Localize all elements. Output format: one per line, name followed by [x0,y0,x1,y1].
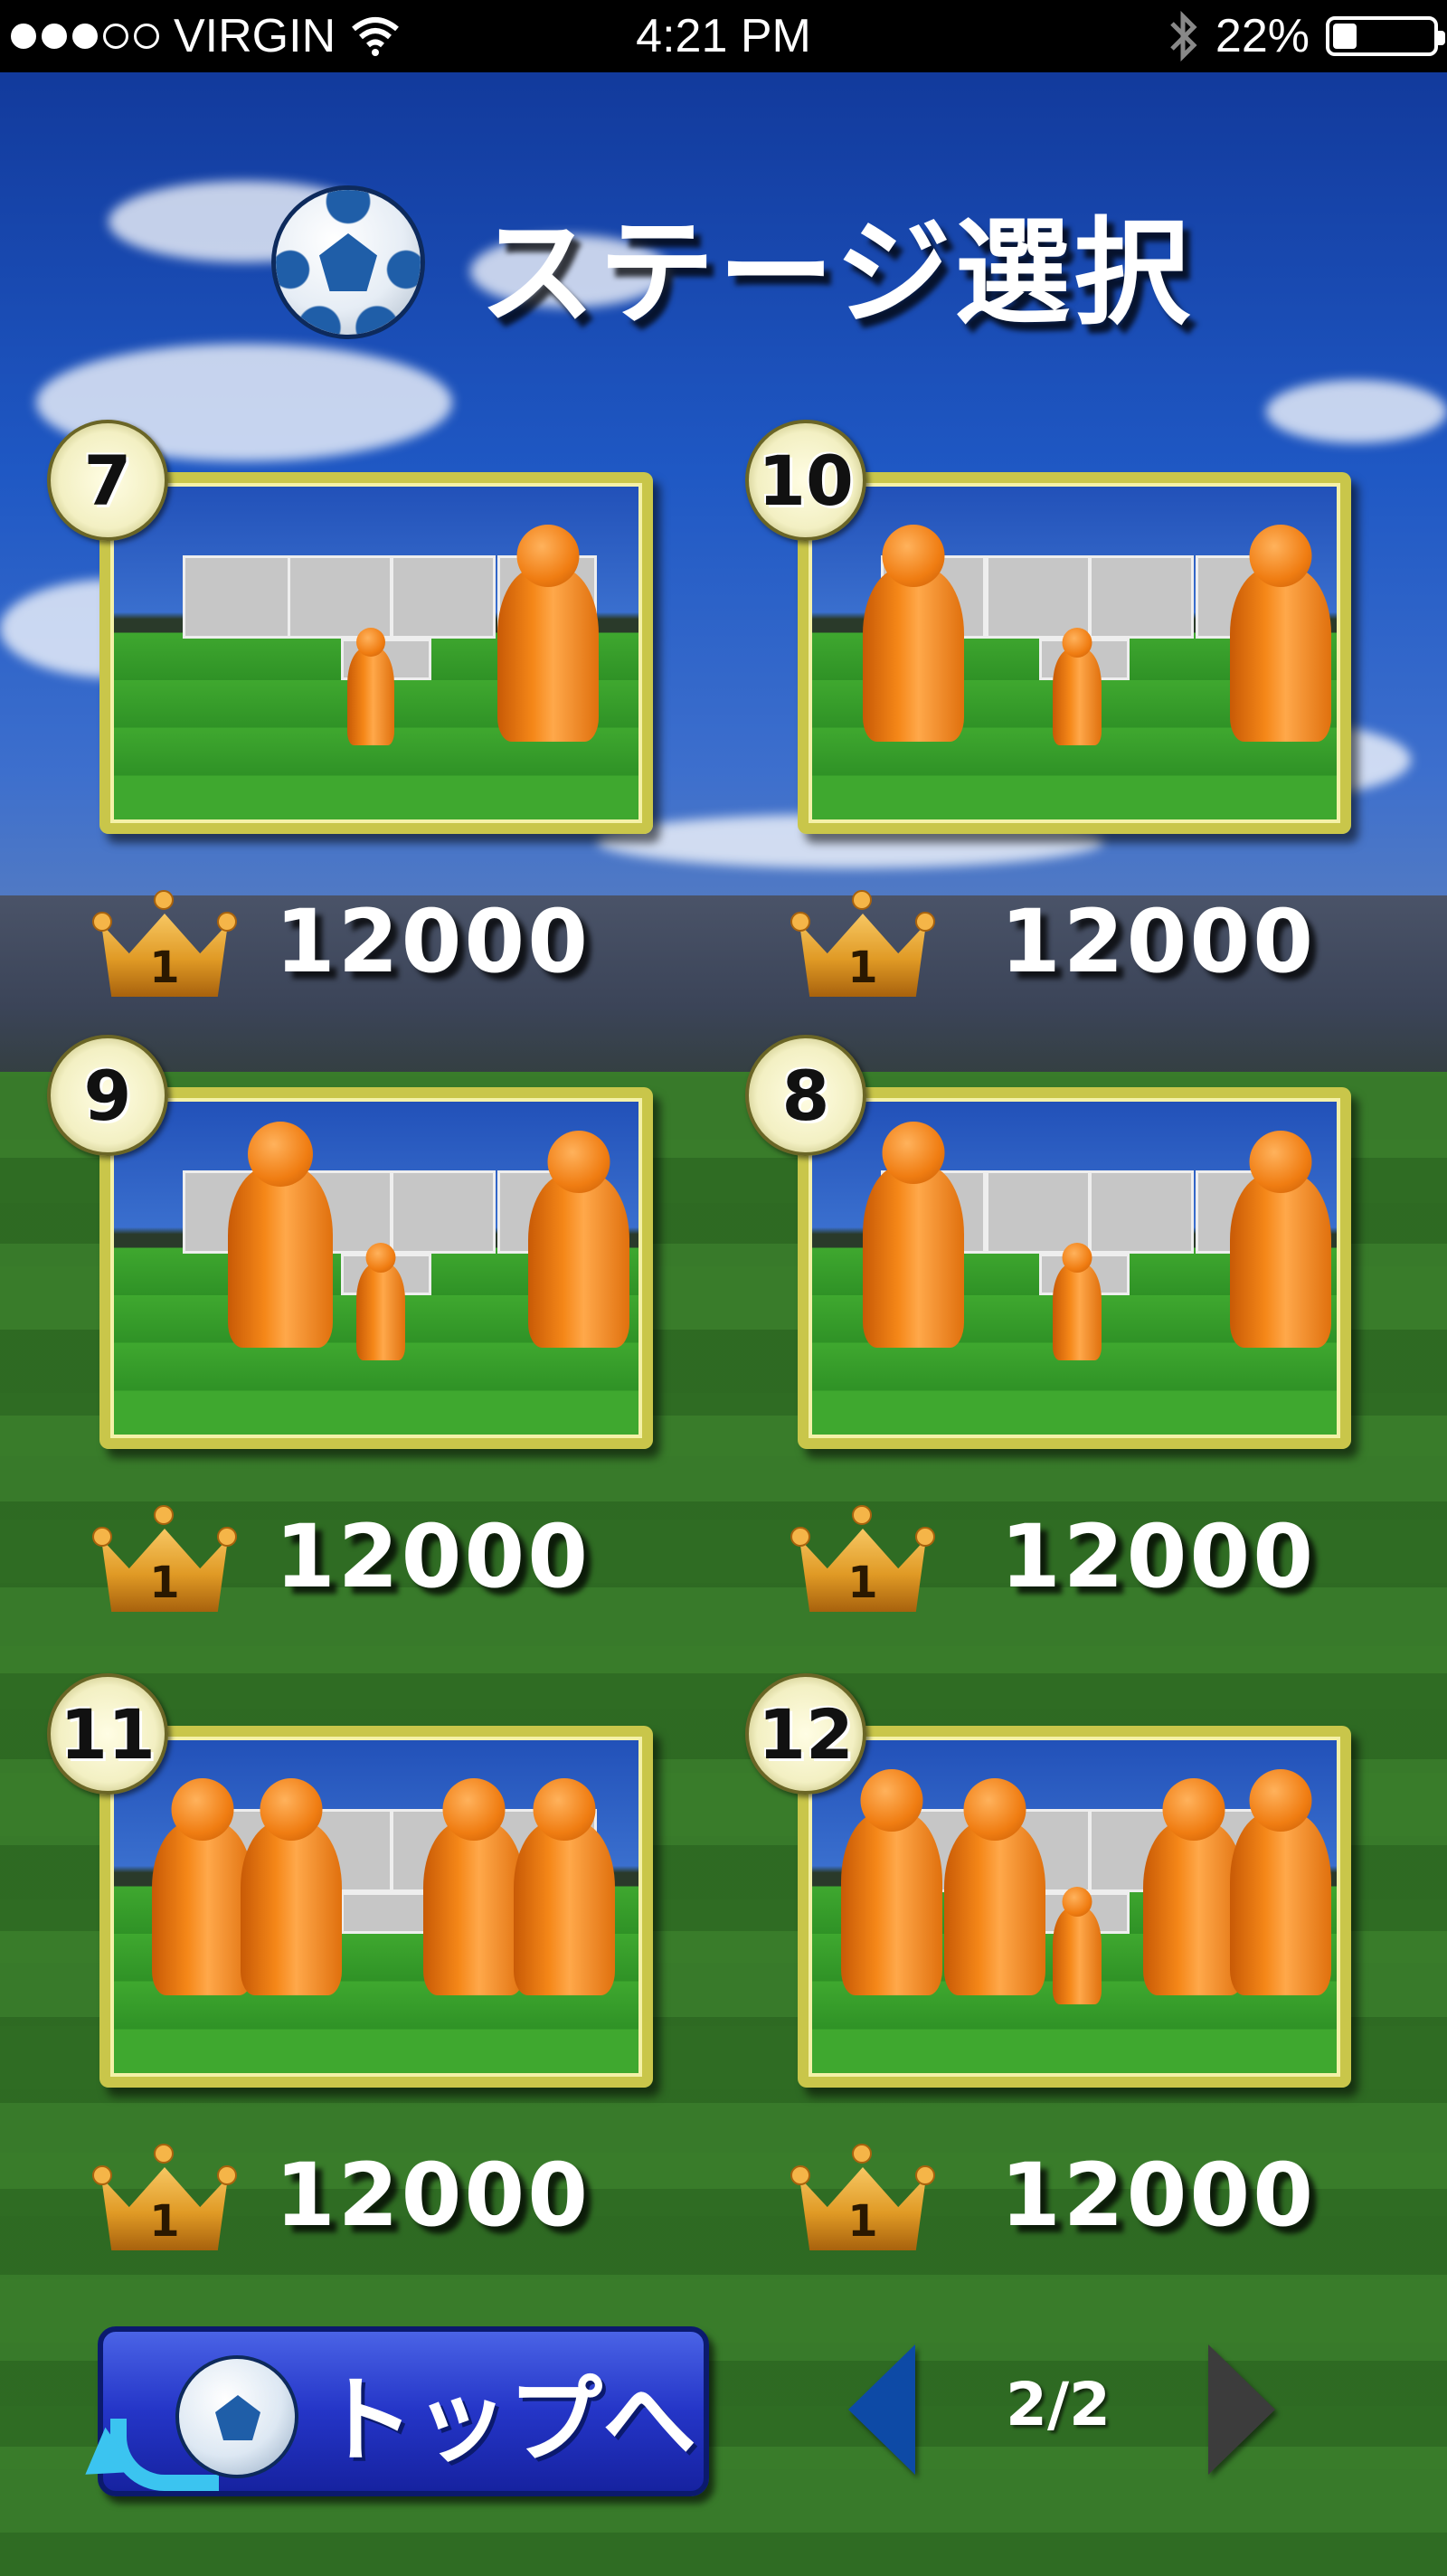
stage-card[interactable]: 9 [47,1035,653,1449]
rank-number: 1 [847,942,878,993]
score-value: 12000 [275,1506,591,1607]
stage-thumbnail [798,472,1351,834]
back-to-top-label: トップへ [320,2364,697,2476]
defender-dummy [241,1778,342,1995]
score-value: 12000 [1000,2145,1316,2246]
wall-block [288,555,392,639]
wall-block [986,1170,1091,1254]
status-bar: VIRGIN 4:21 PM 22% [0,0,1447,72]
stage-number-badge: 7 [47,420,168,541]
stage-number-badge: 11 [47,1673,168,1795]
stage-number-badge: 9 [47,1035,168,1156]
stage-number-badge: 10 [745,420,866,541]
crown-icon: 1 [92,2140,237,2250]
crown-icon: 1 [92,886,237,997]
stage-card[interactable]: 8 [745,1035,1351,1449]
rank-number: 1 [847,2196,878,2247]
stage-best-score: 1 12000 [92,2140,591,2250]
defender-dummy [841,1769,942,1995]
stage-thumbnail [798,1726,1351,2088]
stage-best-score: 1 12000 [92,1501,591,1612]
stage-best-score: 1 12000 [790,886,1316,997]
defender-dummy [1230,525,1331,742]
rank-number: 1 [149,942,180,993]
stage-card[interactable]: 7 [47,420,653,834]
defender-dummy [944,1778,1045,1995]
soccer-ball-icon [271,185,425,339]
page-header: ステージ選択 [271,181,1193,344]
rank-number: 1 [149,2196,180,2247]
defender-dummy [863,1122,964,1348]
defender-dummy [1053,628,1102,745]
page-indicator: 2/2 [1006,2370,1111,2439]
score-value: 12000 [275,891,591,992]
wall-block [391,555,496,639]
defender-dummy [528,1131,629,1348]
crown-icon: 1 [92,1501,237,1612]
wall-block [986,555,1091,639]
defender-dummy [1230,1131,1331,1348]
wall-block [1089,1170,1194,1254]
wall-block [341,1892,431,1934]
bluetooth-icon [1170,11,1197,62]
stage-number-badge: 12 [745,1673,866,1795]
next-page-arrow-icon[interactable] [1208,2344,1275,2475]
battery-percent: 22% [1215,10,1310,62]
wall-block [183,555,291,639]
defender-dummy [1230,1769,1331,1995]
wall-block [1089,555,1194,639]
defender-dummy [1053,1887,1102,2004]
battery-icon [1326,16,1445,56]
crown-icon: 1 [790,2140,935,2250]
defender-dummy [497,525,599,742]
defender-dummy [863,525,964,742]
score-value: 12000 [1000,1506,1316,1607]
soccer-ball-icon [175,2355,298,2478]
defender-dummy [514,1778,615,1995]
stage-card[interactable]: 11 [47,1673,653,2088]
score-value: 12000 [1000,891,1316,992]
stage-best-score: 1 12000 [92,886,591,997]
defender-dummy [228,1122,333,1348]
previous-page-arrow-icon[interactable] [848,2344,915,2475]
wall-block [391,1170,496,1254]
defender-dummy [423,1778,525,1995]
stage-thumbnail [99,1087,653,1449]
crown-icon: 1 [790,1501,935,1612]
stage-thumbnail [99,472,653,834]
stage-card[interactable]: 12 [745,1673,1351,2088]
rank-number: 1 [149,1558,180,1608]
page-title: ステージ選択 [479,205,1194,341]
defender-dummy [356,1243,405,1360]
score-value: 12000 [275,2145,591,2246]
stage-number-badge: 8 [745,1035,866,1156]
stage-best-score: 1 12000 [790,2140,1316,2250]
rank-number: 1 [847,1558,878,1608]
defender-dummy [347,628,394,745]
crown-icon: 1 [790,886,935,997]
stage-card[interactable]: 10 [745,420,1351,834]
defender-dummy [1053,1243,1102,1360]
back-to-top-button[interactable]: トップへ [98,2326,709,2496]
stage-thumbnail [798,1087,1351,1449]
stage-best-score: 1 12000 [790,1501,1316,1612]
defender-dummy [152,1778,253,1995]
stage-thumbnail [99,1726,653,2088]
